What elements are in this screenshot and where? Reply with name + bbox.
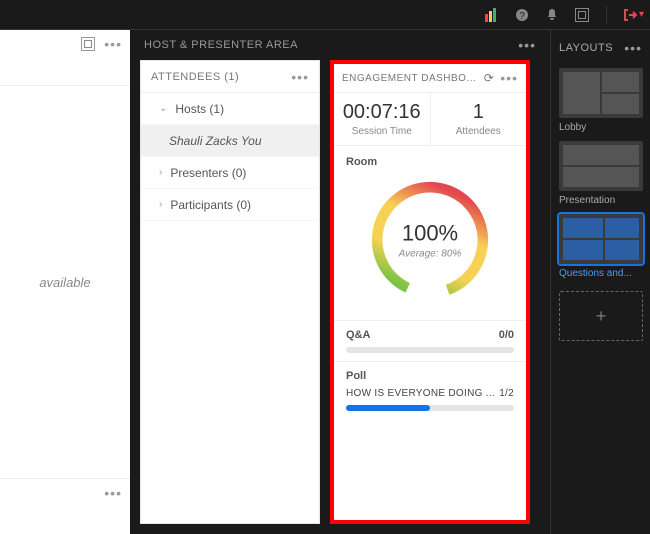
more-icon[interactable]: ••• [624, 40, 642, 56]
more-icon[interactable]: ••• [291, 69, 309, 85]
poll-section: Poll HOW IS EVERYONE DOING ...1/2 [334, 361, 526, 419]
engagement-gauge: 100% Average: 80% [364, 174, 496, 306]
more-icon[interactable]: ••• [518, 37, 536, 53]
refresh-icon[interactable]: ⟳ [484, 71, 495, 85]
chevron-right-icon: › [159, 199, 162, 210]
add-layout-button[interactable]: + [559, 291, 643, 341]
attendee-group-participants[interactable]: ›Participants (0) [141, 189, 319, 221]
exit-button[interactable]: ▾ [623, 8, 644, 22]
left-panel: ••• available ••• ↪ [0, 30, 130, 534]
layouts-sidebar: LAYOUTS ••• Lobby Presentation Questions… [550, 30, 650, 534]
svg-text:?: ? [519, 11, 525, 22]
attendee-group-presenters[interactable]: ›Presenters (0) [141, 157, 319, 189]
stat-attendees: 1 Attendees [430, 93, 527, 145]
more-icon[interactable]: ••• [104, 36, 122, 52]
attendees-panel: ATTENDEES (1) ••• ⌄Hosts (1) Shauli Zack… [140, 60, 320, 524]
engagement-title: ENGAGEMENT DASHBO... [342, 73, 476, 84]
layouts-title: LAYOUTS [559, 42, 613, 54]
placeholder-text: available [0, 86, 130, 478]
top-toolbar: ? ▾ [0, 0, 650, 30]
bell-icon[interactable] [544, 7, 560, 23]
layout-presentation[interactable]: Presentation [559, 141, 642, 206]
chevron-right-icon: › [159, 167, 162, 178]
layout-questions[interactable]: Questions and... [559, 214, 642, 279]
fullscreen-icon[interactable] [574, 7, 590, 23]
hp-title: HOST & PRESENTER AREA [144, 39, 298, 51]
separator [606, 6, 607, 24]
bars-icon[interactable] [484, 7, 500, 23]
more-icon[interactable]: ••• [104, 485, 122, 501]
attendees-title: ATTENDEES (1) [151, 71, 239, 83]
more-icon[interactable]: ••• [500, 70, 518, 86]
chevron-down-icon: ⌄ [159, 103, 167, 114]
layout-lobby[interactable]: Lobby [559, 68, 642, 133]
stat-session-time: 00:07:16 Session Time [334, 93, 430, 145]
attendee-user[interactable]: Shauli Zacks You [141, 125, 319, 157]
help-icon[interactable]: ? [514, 7, 530, 23]
fullscreen-icon[interactable] [80, 36, 96, 52]
engagement-dashboard: ENGAGEMENT DASHBO... ⟳ ••• 00:07:16 Sess… [330, 60, 530, 524]
room-label: Room [346, 156, 514, 168]
attendee-group-hosts[interactable]: ⌄Hosts (1) [141, 93, 319, 125]
qa-section: Q&A0/0 [334, 320, 526, 361]
